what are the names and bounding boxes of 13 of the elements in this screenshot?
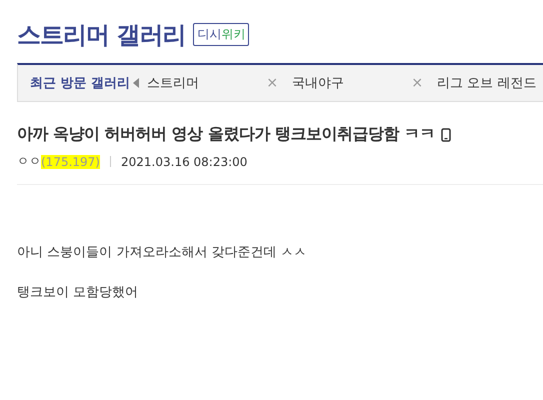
wiki-link[interactable]: 디시위키 — [193, 23, 250, 46]
gallery-title: 스트리머 갤러리 — [17, 20, 186, 50]
recent-gallery-link[interactable]: 국내야구 — [292, 74, 412, 92]
post-date: 2021.03.16 08:23:00 — [121, 154, 248, 168]
recent-gallery-link[interactable]: 스트리머 — [147, 74, 266, 92]
ip-address: (175.197) — [41, 154, 100, 168]
post-text: 아니 스붕이들이 가져오라소해서 갖다준건데 ㅅㅅ — [17, 244, 308, 261]
author-name[interactable]: ㅇㅇ — [17, 153, 41, 170]
recent-gallery-link[interactable]: 리그 오브 레전드 — [437, 74, 543, 92]
recent-gallery-label: 최근 방문 갤러리 — [30, 75, 130, 92]
post-title: 아까 옥냥이 허버허버 영상 올렸다가 탱크보이취급당함 ㅋㅋ — [17, 124, 435, 145]
left-arrow-icon[interactable] — [133, 78, 140, 88]
post-text: 탱크보이 모함당했어 — [17, 284, 140, 301]
